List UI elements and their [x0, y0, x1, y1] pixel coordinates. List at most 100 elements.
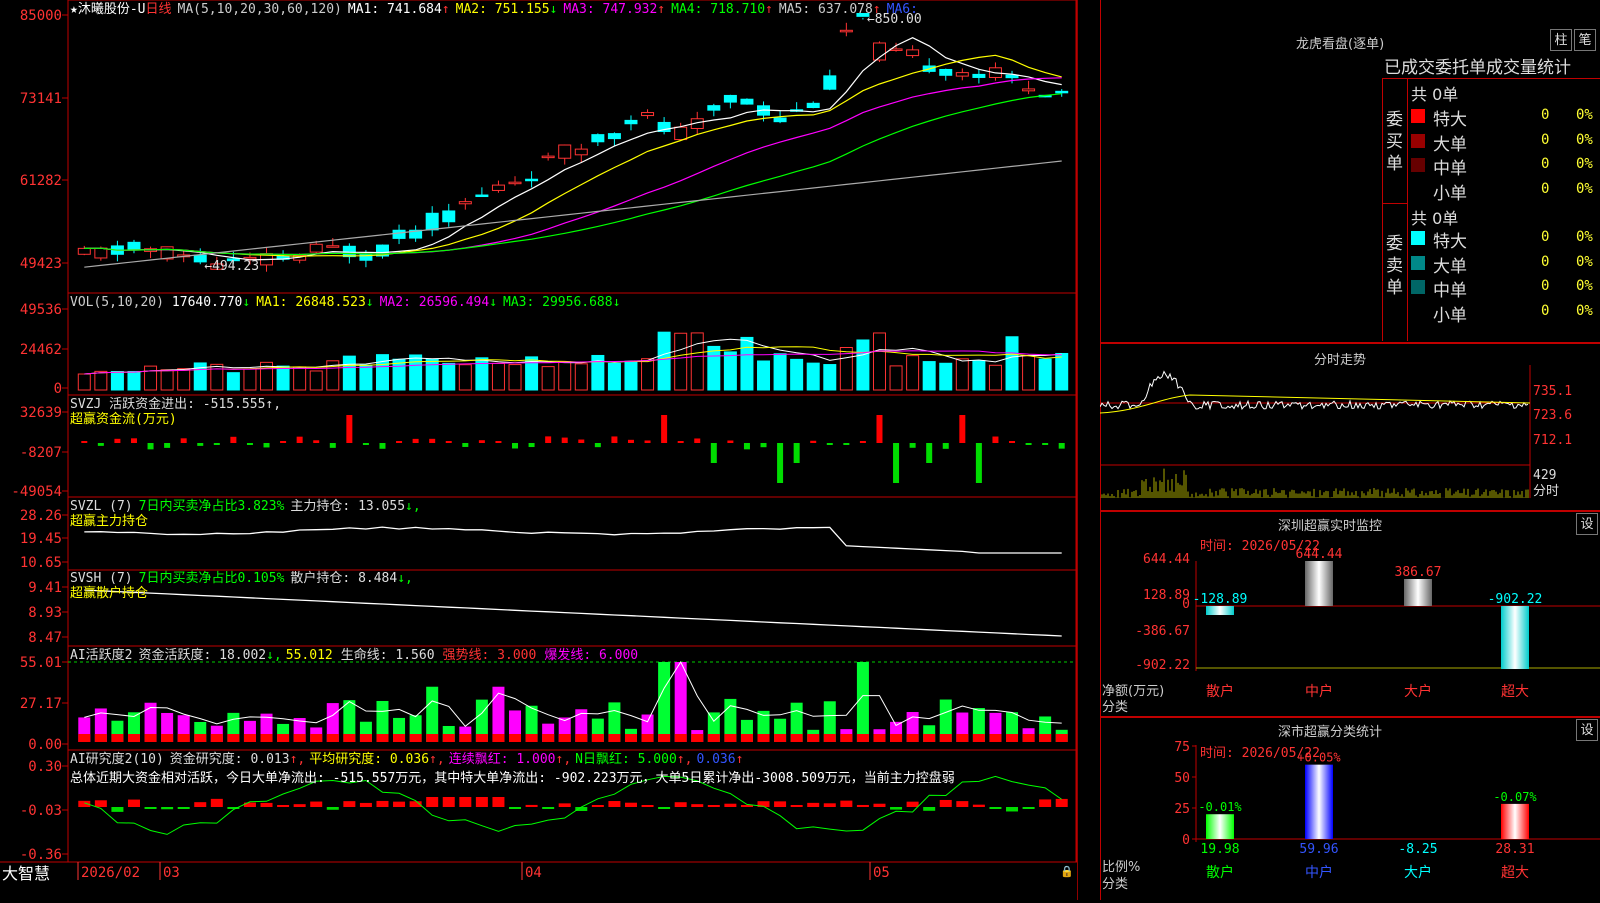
candle-body[interactable]: [591, 134, 605, 143]
candle-body[interactable]: [127, 241, 141, 250]
price-y-tick: 73141: [20, 91, 62, 107]
volume-bar: [458, 364, 472, 391]
candle-body[interactable]: [94, 247, 108, 259]
candle-body[interactable]: [624, 119, 638, 125]
ai1-base-bar: [591, 734, 604, 742]
svzj-bar: [644, 440, 651, 443]
brand-label: 大智慧: [2, 864, 50, 883]
candle-body[interactable]: [326, 245, 340, 248]
svsh-y-tick: 8.93: [28, 605, 62, 621]
candle-body[interactable]: [641, 112, 655, 117]
ma-arrow: ↑: [442, 2, 450, 17]
candle-body[interactable]: [707, 105, 721, 111]
volume-bar: [690, 332, 704, 391]
svzj-bar: [362, 443, 369, 445]
ma-line: [84, 160, 1062, 268]
buy-name: 小单: [1433, 183, 1467, 204]
vol-header: VOL(5,10,20) 17640.770↓ MA1: 26848.523↓ MA2…: [70, 295, 620, 310]
svzj-bar: [810, 440, 817, 443]
candle-body[interactable]: [392, 229, 406, 239]
svsh-arrow: ↓,: [397, 571, 413, 586]
candle-body[interactable]: [607, 133, 621, 140]
fenshi-chart[interactable]: 735.1 723.6 712.1 429分时: [1100, 343, 1600, 511]
svzj-bar: [462, 443, 469, 447]
candle-body[interactable]: [839, 29, 853, 33]
svzj-bar: [826, 443, 833, 445]
vol-arrow: ↓: [366, 295, 374, 310]
sell-swatch: [1411, 255, 1425, 270]
volume-bar: [889, 365, 903, 391]
x-axis-label: 04: [525, 865, 542, 881]
ai2-bar: [674, 802, 687, 807]
candle-body[interactable]: [425, 212, 439, 231]
ai1-base-bar: [1006, 734, 1019, 742]
candle-body[interactable]: [823, 75, 837, 90]
stock-name[interactable]: ★沐曦股份-U: [70, 1, 145, 17]
candle-body[interactable]: [475, 194, 489, 198]
ai2-bar: [343, 801, 356, 807]
svzj-y-tick: 32639: [20, 405, 62, 421]
svzj-bar: [263, 443, 270, 448]
candle-body[interactable]: [458, 201, 472, 205]
ai1-base-bar: [326, 734, 339, 742]
vol-y-tick: 24462: [20, 342, 62, 358]
candle-body[interactable]: [1055, 90, 1069, 94]
period-label[interactable]: 日线: [145, 2, 171, 17]
ai2-header: AI研究度2(10) 资金研究度: 0.013↑, 平均研究度: 0.036↑, 连续…: [70, 751, 743, 767]
volume-bar: [790, 358, 804, 391]
candle-body[interactable]: [442, 210, 456, 223]
ai2-bar: [326, 807, 339, 810]
volume-bar: [491, 362, 505, 391]
ai2-bar: [111, 807, 124, 812]
volume-bar: [939, 362, 953, 391]
svzj-bar: [694, 438, 701, 443]
szcls-value-label: 59.96: [1299, 842, 1338, 857]
volume-bar: [872, 332, 886, 391]
ai1-base-bar: [740, 734, 753, 742]
candle-body[interactable]: [773, 117, 787, 123]
candle-body[interactable]: [723, 94, 737, 103]
svzj-y-tick: -8207: [20, 445, 62, 461]
candle-body[interactable]: [806, 102, 820, 109]
candle-body[interactable]: [906, 49, 920, 57]
lock-icon[interactable]: 🔒: [1060, 865, 1074, 878]
vol-arrow: ↓: [613, 295, 621, 310]
candle-body[interactable]: [359, 253, 373, 261]
volume-bar: [558, 361, 572, 391]
candle-body[interactable]: [309, 243, 323, 253]
bar-mode-button[interactable]: 柱: [1550, 29, 1572, 51]
candle-body[interactable]: [955, 72, 969, 77]
candle-body[interactable]: [525, 178, 539, 182]
candle-body[interactable]: [740, 98, 754, 105]
volume-bar: [641, 358, 655, 391]
svzl-title: SVZL (7): [70, 499, 133, 514]
candle-body[interactable]: [491, 184, 505, 191]
buy-pct: 0%: [1576, 107, 1593, 123]
candle-body[interactable]: [541, 155, 555, 159]
candle-body[interactable]: [1022, 88, 1036, 92]
candle-body[interactable]: [558, 144, 572, 159]
ai1-bar: [426, 686, 439, 742]
candle-body[interactable]: [574, 148, 588, 156]
svzl-arrow: ↓,: [405, 499, 421, 514]
volume-bar: [144, 365, 158, 391]
ai2-bar: [161, 807, 174, 810]
chart-area[interactable]: 85000 73141 61282 49423 ←850.00 ←494.23 ★沐曦股份-…: [0, 0, 1100, 900]
candle-body[interactable]: [77, 247, 91, 255]
tick-mode-button[interactable]: 笔: [1574, 29, 1596, 51]
ai2-bar: [856, 804, 869, 807]
svzj-bar: [329, 443, 336, 448]
candle-body[interactable]: [939, 68, 953, 76]
sell-count: 0: [1541, 302, 1550, 319]
ai1-base-bar: [840, 734, 853, 742]
volume-bar: [1005, 336, 1019, 391]
x-axis-label: 2026/02: [81, 865, 140, 881]
svzj-bar: [942, 443, 949, 449]
svzj-bar: [97, 443, 104, 446]
candle-body[interactable]: [508, 181, 522, 185]
ai1-base-bar: [658, 734, 671, 742]
candle-body[interactable]: [674, 126, 688, 141]
multi-panel-chart[interactable]: 85000731416128249423←850.00←494.23★沐曦股份-…: [0, 0, 1100, 900]
candle-body[interactable]: [972, 73, 986, 78]
ai1-base-bar: [243, 734, 256, 742]
